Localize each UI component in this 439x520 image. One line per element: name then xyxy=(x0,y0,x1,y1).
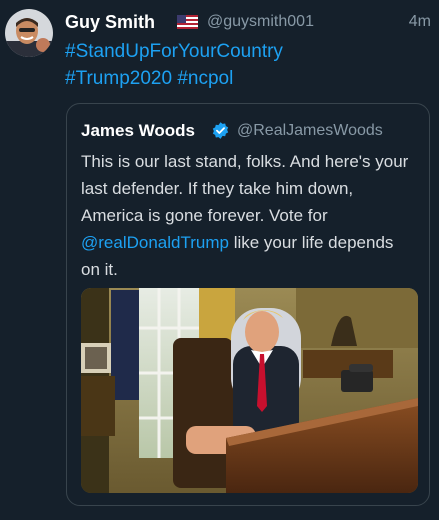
quoted-tweet-text: This is our last stand, folks. And here'… xyxy=(81,148,411,283)
quoted-text-part: This is our last stand, folks. And here'… xyxy=(81,152,409,225)
tweet-header: Guy Smith @guysmith001 4m xyxy=(65,12,431,34)
quoted-tweet[interactable]: James Woods @RealJamesWoods This is our … xyxy=(66,103,430,506)
author-avatar-photo xyxy=(5,9,53,57)
quoted-tweet-header: James Woods @RealJamesWoods xyxy=(81,120,421,142)
tweet[interactable]: Guy Smith @guysmith001 4m #StandUpForYou… xyxy=(0,0,439,520)
us-flag-icon xyxy=(177,15,198,29)
verified-badge-icon xyxy=(211,121,230,140)
quoted-tweet-image[interactable] xyxy=(81,288,418,493)
author-avatar[interactable] xyxy=(5,9,53,57)
quoted-author-handle[interactable]: @RealJamesWoods xyxy=(237,122,383,140)
oval-office-photo xyxy=(81,288,418,493)
tweet-body: #StandUpForYourCountry #Trump2020 #ncpol xyxy=(65,38,425,92)
author-name[interactable]: Guy Smith xyxy=(65,12,155,33)
tweet-timestamp[interactable]: 4m xyxy=(409,13,431,31)
hashtag-link[interactable]: #Trump2020 xyxy=(65,68,172,89)
author-handle[interactable]: @guysmith001 xyxy=(207,13,314,31)
quoted-author-name[interactable]: James Woods xyxy=(81,121,195,141)
mention-link[interactable]: @realDonaldTrump xyxy=(81,233,229,252)
hashtag-link[interactable]: #ncpol xyxy=(177,68,233,89)
hashtag-link[interactable]: #StandUpForYourCountry xyxy=(65,41,283,62)
